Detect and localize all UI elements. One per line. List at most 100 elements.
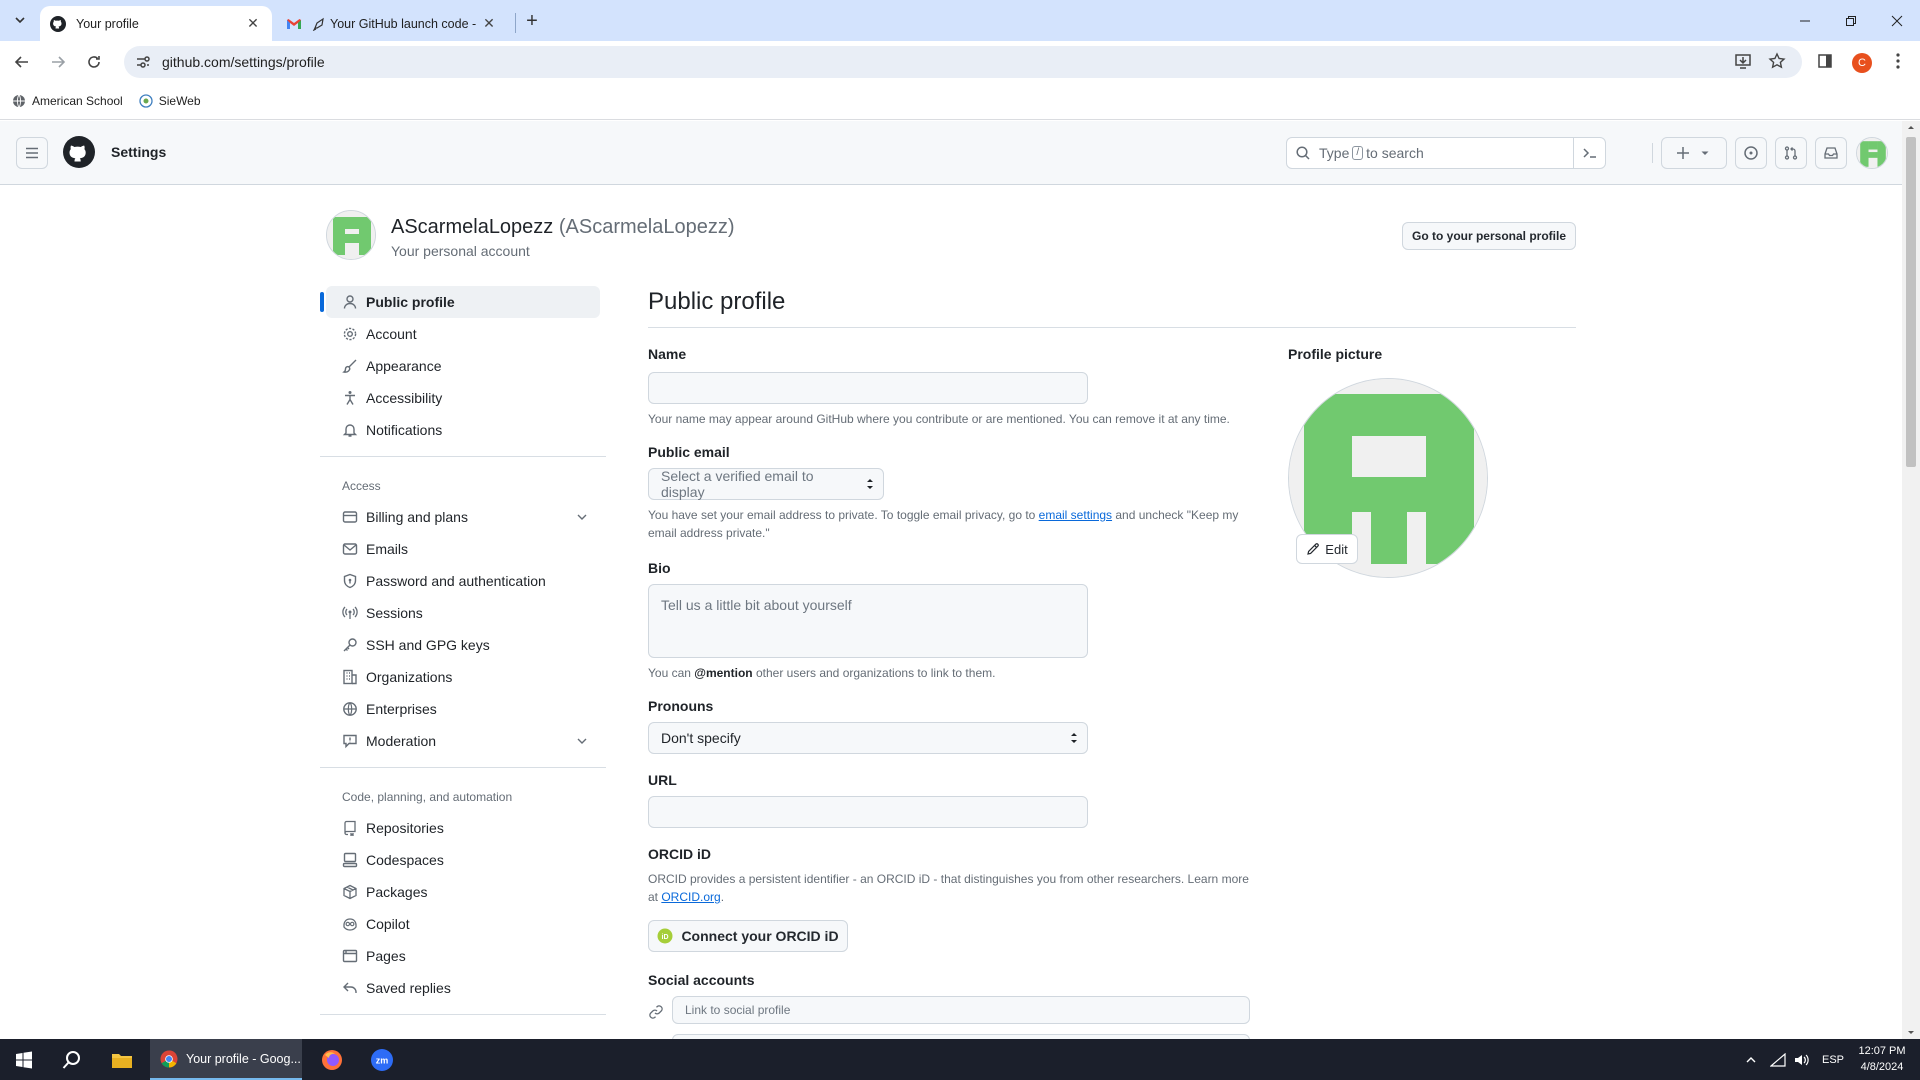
pull-requests-button[interactable] — [1775, 137, 1807, 169]
taskbar-chrome-window[interactable]: Your profile - Goog... — [150, 1039, 302, 1080]
inbox-button[interactable] — [1815, 137, 1847, 169]
taskbar-clock[interactable]: 12:07 PM 4/8/2024 — [1852, 1043, 1912, 1075]
taskbar-search-button[interactable] — [48, 1039, 96, 1080]
connect-orcid-button[interactable]: iD Connect your ORCID iD — [648, 920, 848, 952]
sidebar-item-appearance[interactable]: Appearance — [326, 350, 600, 382]
sidebar-item-password-and-authentication[interactable]: Password and authentication — [326, 565, 600, 597]
search-placeholder-prefix: Type — [1319, 145, 1350, 161]
sidebar-item-repositories[interactable]: Repositories — [326, 812, 600, 844]
name-input[interactable] — [648, 372, 1088, 404]
credit-card-icon — [342, 511, 358, 523]
edit-profile-picture-button[interactable]: Edit — [1296, 534, 1358, 564]
back-button[interactable] — [8, 48, 36, 76]
tab-search-button[interactable] — [6, 7, 34, 33]
sidebar-item-enterprises[interactable]: Enterprises — [326, 693, 600, 725]
windows-taskbar: Your profile - Goog... zm ESP 12:07 PM 4… — [0, 1039, 1920, 1080]
globe-icon — [13, 94, 25, 108]
social-link-input-1[interactable]: Link to social profile — [672, 996, 1250, 1024]
issue-opened-icon — [1744, 146, 1758, 160]
browser-profile-avatar[interactable]: C — [1852, 53, 1872, 73]
user-display-name[interactable]: AScarmelaLopezz (AScarmelaLopezz) — [391, 216, 735, 239]
tab-github-launch-code[interactable]: Your GitHub launch code - ✕ — [276, 6, 508, 41]
user-avatar-menu[interactable] — [1856, 137, 1888, 169]
forward-button[interactable] — [44, 48, 72, 76]
scroll-down-arrow-icon[interactable] — [1902, 1027, 1920, 1039]
sidebar-item-account[interactable]: Account — [326, 318, 600, 350]
address-bar[interactable]: github.com/settings/profile — [124, 46, 1802, 78]
sidebar-group-access: Access — [342, 479, 381, 493]
global-search-input[interactable]: Type / to search — [1286, 137, 1606, 169]
minimize-button[interactable] — [1782, 0, 1828, 41]
github-logo-icon[interactable] — [63, 136, 95, 168]
file-explorer-button[interactable] — [98, 1039, 146, 1080]
chevron-down-icon — [577, 514, 587, 520]
command-palette-button[interactable] — [1573, 138, 1605, 168]
search-icon — [1296, 146, 1310, 160]
sidebar-item-organizations[interactable]: Organizations — [326, 661, 600, 693]
bookmark-star-button[interactable] — [1762, 46, 1792, 76]
install-app-button[interactable] — [1728, 46, 1758, 76]
orcid-org-link[interactable]: ORCID.org — [661, 890, 720, 904]
search-shortcut-key: / — [1352, 146, 1364, 160]
bookmark-american-school[interactable]: American School — [12, 94, 123, 108]
user-name-text: AScarmelaLopezz — [391, 216, 554, 238]
bio-textarea[interactable]: Tell us a little bit about yourself — [648, 584, 1088, 658]
sidebar-item-public-profile[interactable]: Public profile — [320, 286, 600, 318]
sidebar-item-pages[interactable]: Pages — [326, 940, 600, 972]
sidebar-item-accessibility[interactable]: Accessibility — [326, 382, 600, 414]
tab-separator — [515, 13, 516, 33]
restore-icon — [1846, 15, 1856, 26]
page-scrollbar[interactable] — [1902, 121, 1920, 1039]
network-icon[interactable] — [1770, 1052, 1786, 1067]
global-nav-menu-button[interactable] — [16, 137, 48, 169]
user-avatar — [326, 210, 376, 260]
name-help-text: Your name may appear around GitHub where… — [648, 412, 1230, 426]
header-context-title[interactable]: Settings — [111, 144, 166, 160]
new-tab-button[interactable]: + — [520, 9, 544, 33]
issues-button[interactable] — [1735, 137, 1767, 169]
sidebar-item-notifications[interactable]: Notifications — [326, 414, 600, 446]
start-button[interactable] — [0, 1039, 48, 1080]
sidebar-item-moderation[interactable]: Moderation — [326, 725, 600, 757]
sidebar-item-packages[interactable]: Packages — [326, 876, 600, 908]
firefox-button[interactable] — [308, 1039, 356, 1080]
sidebar-item-ssh-and-gpg-keys[interactable]: SSH and GPG keys — [326, 629, 600, 661]
side-panel-button[interactable] — [1810, 46, 1840, 76]
browser-menu-button[interactable] — [1883, 46, 1913, 76]
tab-close-icon[interactable]: ✕ — [244, 15, 262, 33]
scrollbar-thumb[interactable] — [1906, 137, 1916, 467]
svg-text:zm: zm — [376, 1055, 389, 1065]
github-favicon-icon — [50, 15, 66, 32]
reload-button[interactable] — [80, 48, 108, 76]
sidebar-item-billing-and-plans[interactable]: Billing and plans — [326, 501, 600, 533]
email-settings-link[interactable]: email settings — [1039, 508, 1112, 522]
url-label: URL — [648, 772, 677, 788]
orcid-note-text: ORCID provides a persistent identifier -… — [648, 872, 1249, 904]
public-email-select[interactable]: Select a verified email to display — [648, 468, 884, 500]
sidebar-item-sessions[interactable]: Sessions — [326, 597, 600, 629]
sidebar-item-emails[interactable]: Emails — [326, 533, 600, 565]
tab-your-profile[interactable]: Your profile ✕ — [40, 6, 272, 41]
search-icon — [62, 1050, 80, 1069]
zoom-button[interactable]: zm — [358, 1039, 406, 1080]
keyboard-language[interactable]: ESP — [1822, 1054, 1844, 1066]
organization-icon — [343, 669, 357, 685]
gmail-favicon-icon — [287, 18, 301, 29]
url-input[interactable] — [648, 796, 1088, 828]
restore-button[interactable] — [1828, 0, 1874, 41]
sidebar-item-copilot[interactable]: Copilot — [326, 908, 600, 940]
chevron-up-icon[interactable] — [1744, 1053, 1758, 1067]
pronouns-select[interactable]: Don't specify — [648, 722, 1088, 754]
scroll-up-arrow-icon[interactable] — [1902, 121, 1920, 133]
create-new-button[interactable] — [1661, 137, 1727, 169]
pencil-icon — [1307, 543, 1320, 555]
tab-close-icon[interactable]: ✕ — [480, 15, 498, 33]
pronouns-selected: Don't specify — [661, 730, 741, 746]
page-title: Public profile — [648, 286, 1576, 328]
sidebar-item-codespaces[interactable]: Codespaces — [326, 844, 600, 876]
bookmark-sieweb[interactable]: SieWeb — [139, 94, 201, 108]
go-to-personal-profile-button[interactable]: Go to your personal profile — [1402, 222, 1576, 250]
volume-icon[interactable] — [1794, 1053, 1810, 1067]
sidebar-item-saved-replies[interactable]: Saved replies — [326, 972, 600, 1004]
close-window-button[interactable] — [1874, 0, 1920, 41]
